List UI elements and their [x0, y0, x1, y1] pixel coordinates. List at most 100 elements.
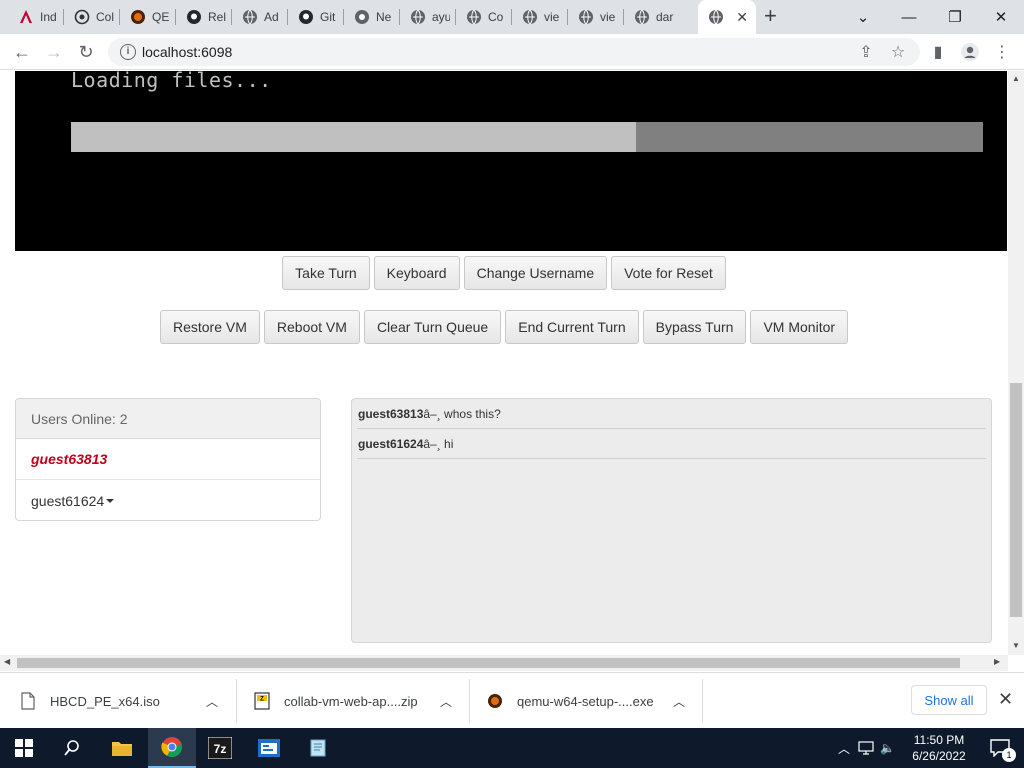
taskbar-clock[interactable]: 11:50 PM 6/26/2022 — [905, 732, 973, 764]
tab-label: vie — [544, 10, 560, 24]
close-tab-icon[interactable]: ✕ — [736, 9, 748, 26]
horizontal-scroll-thumb[interactable] — [17, 658, 960, 668]
chat-text: whos this? — [440, 406, 501, 421]
clear-turn-queue-button[interactable]: Clear Turn Queue — [363, 310, 502, 344]
file-explorer-icon[interactable] — [98, 728, 146, 768]
address-bar[interactable]: i localhost:6098 ⇪ ☆ — [108, 38, 920, 66]
download-item[interactable]: Z collab-vm-web-ap....zip ︿ — [254, 679, 464, 723]
chat-message: guest61624 â–¸ hi — [357, 429, 986, 459]
browser-tab[interactable]: vie — [568, 0, 624, 34]
collab-icon — [74, 9, 90, 25]
taskbar-search-icon[interactable] — [48, 728, 96, 768]
new-tab-icon[interactable]: + — [764, 5, 777, 27]
app-window-taskbar-icon[interactable] — [245, 728, 293, 768]
browser-tab[interactable]: Git — [288, 0, 344, 34]
notepad-taskbar-icon[interactable] — [294, 728, 342, 768]
reboot-vm-button[interactable]: Reboot VM — [263, 310, 360, 344]
keyboard-button[interactable]: Keyboard — [373, 256, 460, 290]
browser-tab[interactable]: ayu — [400, 0, 456, 34]
tab-label: QE — [152, 10, 170, 24]
system-tray: ︿ 🔈 — [838, 728, 901, 768]
globe-icon — [709, 9, 723, 25]
vm-screen-text: Loading files... — [71, 71, 272, 92]
chat-separator: â–¸ — [423, 436, 441, 451]
browser-tab[interactable]: Ind — [8, 0, 64, 34]
browser-window: Ind Col QE Rel Ad Git Ne ayu Co vie vie … — [0, 0, 1024, 728]
download-item[interactable]: HBCD_PE_x64.iso ︿ — [20, 679, 230, 723]
chevron-up-icon[interactable]: ︿ — [673, 693, 685, 710]
bypass-turn-button[interactable]: Bypass Turn — [642, 310, 747, 344]
restore-vm-button[interactable]: Restore VM — [159, 310, 260, 344]
browser-tab-active[interactable]: ✕ — [698, 0, 756, 34]
scroll-right-icon[interactable]: ▶ — [994, 657, 1000, 666]
tray-overflow-icon[interactable]: ︿ — [838, 740, 850, 757]
browser-tab[interactable]: Ad — [232, 0, 288, 34]
notification-center-icon[interactable]: 1 — [980, 728, 1020, 768]
clock-time: 11:50 PM — [913, 733, 965, 747]
take-turn-button[interactable]: Take Turn — [282, 256, 370, 290]
scroll-left-icon[interactable]: ◀ — [4, 657, 10, 666]
user-list-item-self[interactable]: guest63813 — [16, 439, 320, 480]
change-username-button[interactable]: Change Username — [463, 256, 608, 290]
window-close-icon[interactable]: ✕ — [978, 0, 1024, 34]
download-shelf: HBCD_PE_x64.iso ︿ Z collab-vm-web-ap....… — [0, 672, 1024, 728]
github-icon — [299, 10, 313, 24]
restore-icon[interactable]: ❐ — [932, 0, 978, 34]
scroll-up-icon[interactable]: ▲ — [1012, 74, 1020, 83]
svg-text:7z: 7z — [214, 742, 227, 756]
download-item[interactable]: qemu-w64-setup-....exe ︿ — [487, 679, 697, 723]
github-icon — [187, 10, 201, 24]
end-current-turn-button[interactable]: End Current Turn — [505, 310, 639, 344]
url-text: localhost:6098 — [142, 44, 233, 60]
download-separator — [236, 679, 237, 723]
bookmark-star-icon[interactable]: ☆ — [888, 42, 908, 62]
site-info-icon[interactable]: i — [120, 44, 136, 60]
browser-toolbar: ← → ↻ i localhost:6098 ⇪ ☆ ▮ ⋮ — [0, 34, 1024, 70]
back-icon[interactable]: ← — [10, 40, 34, 64]
start-button[interactable] — [0, 728, 48, 768]
vm-monitor-button[interactable]: VM Monitor — [750, 310, 849, 344]
horizontal-scrollbar[interactable]: ◀ ▶ — [0, 655, 1008, 671]
network-icon[interactable] — [858, 741, 874, 755]
show-all-button[interactable]: Show all — [911, 685, 987, 715]
angular-icon — [20, 10, 32, 23]
tab-label: Ind — [40, 10, 57, 24]
vertical-scrollbar[interactable]: ▲ ▼ — [1008, 71, 1024, 655]
forward-icon[interactable]: → — [42, 40, 66, 64]
clock-date: 6/26/2022 — [912, 749, 966, 763]
tab-label: vie — [600, 10, 616, 24]
svg-text:Z: Z — [260, 697, 264, 703]
volume-icon[interactable]: 🔈 — [880, 741, 895, 755]
browser-tab[interactable]: Ne — [344, 0, 400, 34]
vm-button-row-2: Restore VM Reboot VM Clear Turn Queue En… — [0, 310, 1008, 344]
chevron-up-icon[interactable]: ︿ — [206, 693, 218, 710]
chat-message: guest63813 â–¸ whos this? — [357, 399, 986, 429]
profile-icon[interactable] — [960, 42, 980, 62]
7zip-taskbar-icon[interactable]: 7z — [196, 728, 244, 768]
browser-tab[interactable]: Co — [456, 0, 512, 34]
user-list-item[interactable]: guest61624 — [16, 480, 320, 520]
share-icon[interactable]: ⇪ — [856, 42, 876, 62]
chevron-up-icon[interactable]: ︿ — [440, 693, 452, 710]
close-shelf-icon[interactable]: ✕ — [998, 689, 1013, 710]
vertical-scroll-thumb[interactable] — [1010, 383, 1022, 617]
vm-display[interactable]: Loading files... — [15, 71, 1007, 251]
notification-count-badge: 1 — [1002, 748, 1016, 762]
scroll-down-icon[interactable]: ▼ — [1012, 641, 1020, 650]
chrome-taskbar-icon[interactable] — [148, 728, 196, 768]
chat-separator: â–¸ — [423, 406, 441, 421]
chat-text: hi — [440, 436, 454, 451]
browser-tab[interactable]: Col — [64, 0, 120, 34]
browser-tab[interactable]: QE — [120, 0, 176, 34]
reload-icon[interactable]: ↻ — [74, 40, 98, 64]
menu-dots-icon[interactable]: ⋮ — [992, 42, 1012, 62]
browser-tab[interactable]: dar — [624, 0, 696, 34]
tab-label: Rel — [208, 10, 226, 24]
browser-tab[interactable]: Rel — [176, 0, 232, 34]
tab-search-icon[interactable]: ⌄ — [840, 0, 886, 34]
download-separator — [702, 679, 703, 723]
minimize-icon[interactable]: — — [886, 0, 932, 34]
side-panel-icon[interactable]: ▮ — [928, 42, 948, 62]
browser-tab[interactable]: vie — [512, 0, 568, 34]
vote-reset-button[interactable]: Vote for Reset — [611, 256, 726, 290]
